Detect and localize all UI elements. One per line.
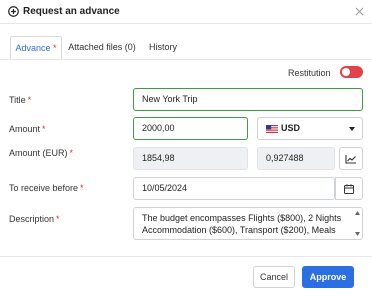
- close-icon[interactable]: [355, 7, 364, 16]
- tab-attached-files[interactable]: Attached files (0): [68, 36, 136, 60]
- scroll-up-icon[interactable]: [355, 211, 360, 215]
- receive-before-label-text: To receive before: [9, 183, 79, 193]
- description-label: Description *: [9, 214, 60, 224]
- amount-label: Amount *: [9, 124, 46, 134]
- description-textarea[interactable]: The budget encompasses Flights ($800), 2…: [133, 207, 363, 240]
- dialog-title: Request an advance: [23, 6, 120, 17]
- plus-circle-icon: [8, 6, 19, 17]
- required-mark: *: [27, 95, 32, 105]
- required-mark: *: [69, 148, 74, 158]
- restitution-label: Restitution: [288, 68, 331, 78]
- exchange-rate-value: 0,927488: [257, 147, 335, 170]
- tab-advance[interactable]: Advance *: [10, 36, 62, 60]
- amount-eur-label-text: Amount (EUR): [9, 148, 68, 158]
- amount-eur-value: 1854,98: [133, 147, 248, 170]
- receive-before-label: To receive before *: [9, 183, 84, 193]
- required-mark: *: [53, 43, 57, 53]
- amount-input[interactable]: 2000,00: [133, 117, 248, 140]
- required-mark: *: [42, 124, 46, 134]
- title-label: Title *: [9, 95, 31, 105]
- tab-history[interactable]: History: [146, 36, 180, 60]
- chart-line-icon: [345, 154, 356, 164]
- tabs-divider: [0, 59, 372, 60]
- description-text: The budget encompasses Flights ($800), 2…: [142, 213, 342, 235]
- cancel-button[interactable]: Cancel: [253, 266, 295, 288]
- required-mark: *: [56, 214, 60, 224]
- us-flag-icon: [266, 125, 278, 133]
- restitution-toggle[interactable]: [340, 66, 363, 78]
- chevron-down-icon: [349, 127, 355, 131]
- description-label-text: Description: [9, 214, 55, 224]
- calendar-button[interactable]: [335, 177, 363, 200]
- calendar-icon: [344, 183, 354, 194]
- required-mark: *: [80, 183, 84, 193]
- dialog-header: Request an advance: [0, 0, 372, 24]
- toggle-knob: [342, 68, 350, 76]
- approve-button[interactable]: Approve: [302, 266, 354, 288]
- scroll-down-icon[interactable]: [355, 232, 360, 236]
- rate-chart-button[interactable]: [339, 147, 363, 170]
- receive-before-date-input[interactable]: 10/05/2024: [133, 177, 335, 200]
- tab-advance-label: Advance: [15, 43, 51, 53]
- tab-bar: Advance * Attached files (0) History: [0, 36, 372, 60]
- amount-label-text: Amount: [9, 124, 41, 134]
- tab-attached-files-label: Attached files (0): [68, 42, 136, 52]
- tab-history-label: History: [148, 42, 177, 52]
- currency-code: USD: [281, 123, 301, 133]
- currency-select[interactable]: USD: [257, 117, 363, 140]
- request-advance-dialog: Request an advance Advance * Attached fi…: [0, 0, 372, 297]
- title-input[interactable]: New York Trip: [133, 88, 363, 111]
- amount-eur-label: Amount (EUR) *: [9, 148, 73, 158]
- title-label-text: Title: [9, 95, 26, 105]
- footer-divider: [0, 256, 372, 257]
